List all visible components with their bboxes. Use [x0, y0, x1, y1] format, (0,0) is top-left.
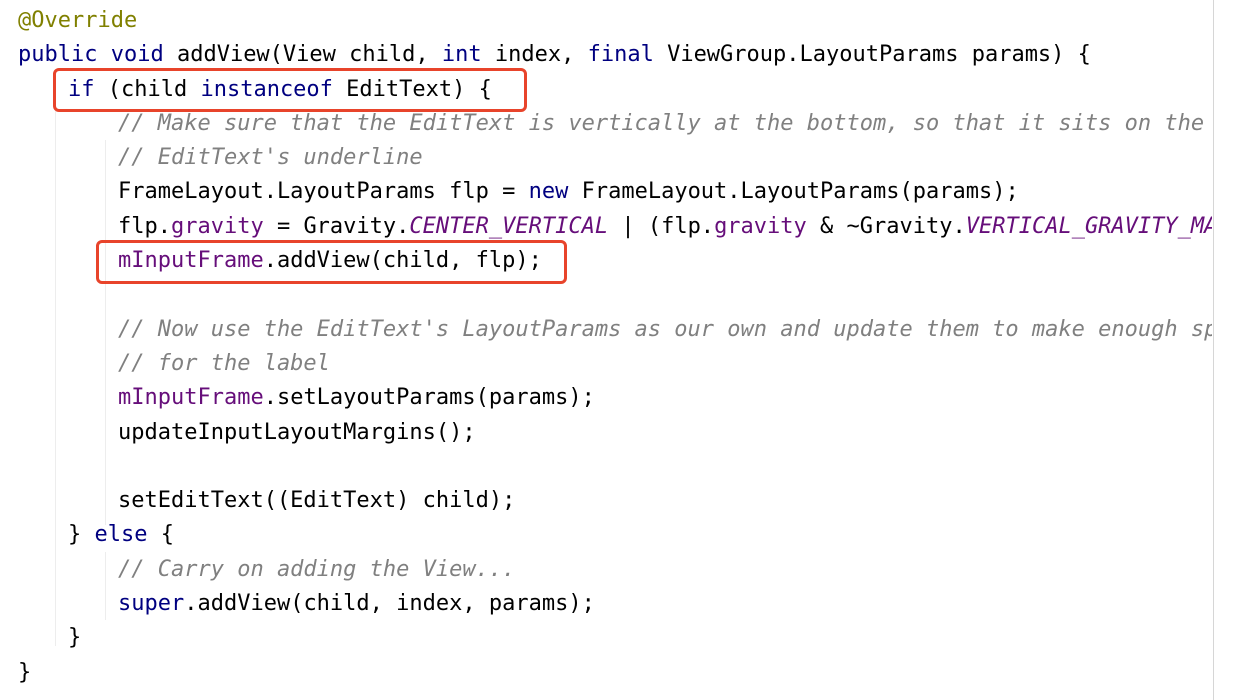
keyword-token: new	[528, 179, 569, 205]
constant-token: VERTICAL_GRAVITY_MASK	[965, 213, 1212, 239]
code-line[interactable]: FrameLayout.LayoutParams flp = new Frame…	[0, 175, 1212, 209]
code-line[interactable]: // Now use the EditText's LayoutParams a…	[0, 313, 1212, 347]
code-token: = Gravity.	[263, 213, 410, 239]
code-line[interactable]: mInputFrame.setLayoutParams(params);	[0, 381, 1212, 415]
code-token: .setLayoutParams(params);	[263, 385, 595, 411]
constant-token: CENTER_VERTICAL	[409, 213, 609, 239]
code-token: {	[147, 522, 174, 548]
code-token: ViewGroup.LayoutParams params) {	[653, 42, 1091, 68]
comment-token: // Carry on adding the View...	[118, 556, 516, 582]
field-token: gravity	[714, 213, 807, 239]
code-token: }	[68, 522, 95, 548]
keyword-token: final	[587, 42, 654, 68]
comment-token: // Make sure that the EditText is vertic…	[118, 110, 1205, 136]
code-line[interactable]: setEditText((EditText) child);	[0, 484, 1212, 518]
code-token: }	[68, 625, 82, 651]
comment-token: // for the label	[118, 350, 330, 376]
code-editor[interactable]: @Override public void addView(View child,…	[0, 0, 1212, 700]
code-token: updateInputLayoutMargins();	[118, 419, 476, 445]
code-token: | (flp.	[608, 213, 715, 239]
code-line[interactable]: @Override	[0, 4, 1212, 38]
code-token: index,	[481, 42, 588, 68]
code-line[interactable]: } else {	[0, 518, 1212, 552]
highlight-addview-call	[96, 240, 567, 284]
field-token: mInputFrame	[118, 385, 264, 411]
code-line[interactable]	[0, 450, 1212, 484]
code-line[interactable]: // EditText's underline	[0, 141, 1212, 175]
code-line[interactable]: flp.gravity = Gravity.CENTER_VERTICAL | …	[0, 210, 1212, 244]
keyword-token: int	[441, 42, 482, 68]
code-line[interactable]: updateInputLayoutMargins();	[0, 416, 1212, 450]
code-token: flp.	[118, 213, 171, 239]
keyword-token: public	[18, 42, 98, 68]
code-token: FrameLayout.LayoutParams(params);	[568, 179, 1019, 205]
editor-right-margin	[1213, 0, 1214, 700]
code-line[interactable]: // for the label	[0, 347, 1212, 381]
code-line[interactable]: }	[0, 656, 1212, 690]
comment-token: // EditText's underline	[118, 145, 423, 171]
code-line[interactable]: // Make sure that the EditText is vertic…	[0, 107, 1212, 141]
keyword-token: void	[110, 42, 164, 68]
code-token: & ~Gravity.	[806, 213, 966, 239]
keyword-token: else	[94, 522, 148, 548]
field-token: gravity	[170, 213, 264, 239]
code-line[interactable]: // Carry on adding the View...	[0, 553, 1212, 587]
code-token: addView(View child,	[163, 42, 442, 68]
code-token: FrameLayout.LayoutParams flp =	[118, 179, 529, 205]
highlight-instanceof-check	[53, 68, 527, 112]
comment-token: // Now use the EditText's LayoutParams a…	[118, 316, 1212, 342]
annotation-token: @Override	[18, 8, 138, 33]
code-token: setEditText((EditText) child);	[118, 488, 516, 514]
code-line[interactable]: }	[0, 621, 1212, 655]
code-line[interactable]: super.addView(child, index, params);	[0, 587, 1212, 621]
code-token: }	[18, 659, 32, 685]
code-token: .addView(child, index, params);	[184, 591, 595, 617]
keyword-token: super	[118, 591, 185, 617]
